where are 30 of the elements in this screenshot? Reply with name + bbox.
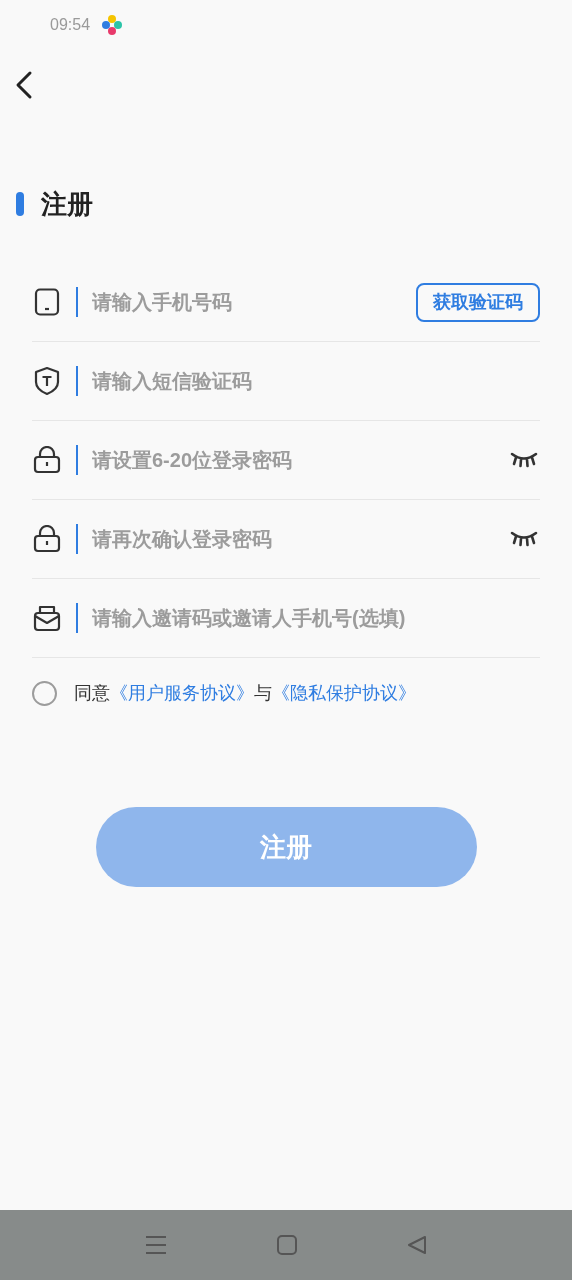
closed-eye-icon[interactable] <box>510 451 538 469</box>
input-field[interactable]: 请输入短信验证码 <box>92 366 540 396</box>
agreement-link[interactable]: 《用户服务协议》 <box>110 680 254 707</box>
closed-eye-icon[interactable] <box>510 530 538 548</box>
status-time: 09:54 <box>50 15 91 35</box>
field-cursor-bar <box>76 524 78 554</box>
envelope-icon <box>33 604 61 632</box>
agreement-text: 与 <box>254 682 272 705</box>
home-icon[interactable] <box>277 1235 297 1255</box>
title-accent-bar <box>16 192 24 216</box>
app-logo-icon <box>102 15 123 35</box>
agreement-link[interactable]: 《隐私保护协议》 <box>272 680 416 707</box>
field-cursor-bar <box>76 603 78 633</box>
lock-icon <box>33 446 61 474</box>
field-cursor-bar <box>76 366 78 396</box>
input-field[interactable]: 请再次确认登录密码 <box>92 524 510 554</box>
input-field[interactable]: 请输入手机号码 <box>92 287 416 317</box>
field-cursor-bar <box>76 445 78 475</box>
agreement-text: 同意 <box>74 682 110 705</box>
agree-checkbox[interactable] <box>32 681 57 706</box>
phone-icon <box>34 288 60 316</box>
menu-icon[interactable] <box>145 1235 167 1255</box>
get-code-button[interactable]: 获取验证码 <box>416 282 540 322</box>
input-field[interactable]: 请输入邀请码或邀请人手机号(选填) <box>92 603 540 633</box>
input-field[interactable]: 请设置6-20位登录密码 <box>92 445 510 475</box>
page-title: 注册 <box>41 187 93 221</box>
lock-icon <box>33 525 61 553</box>
back-icon[interactable] <box>407 1235 427 1255</box>
shield-icon <box>34 366 60 396</box>
field-cursor-bar <box>76 287 78 317</box>
